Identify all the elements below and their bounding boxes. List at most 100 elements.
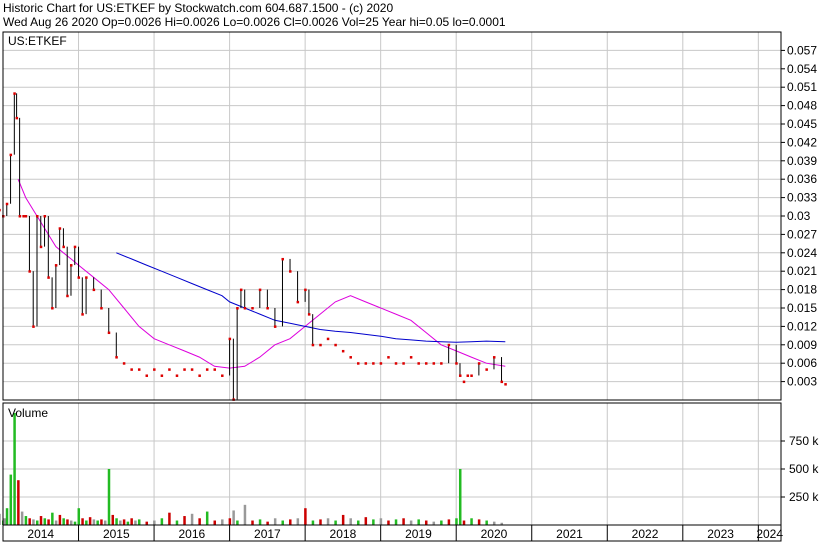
volume-bar <box>221 519 224 525</box>
volume-bar <box>251 520 254 525</box>
price-point <box>273 325 277 328</box>
volume-bar <box>24 516 28 525</box>
volume-bar <box>32 519 35 525</box>
volume-bar <box>3 518 7 525</box>
price-point <box>289 270 292 273</box>
price-point <box>160 374 164 377</box>
price-point <box>500 380 504 384</box>
volume-bar <box>20 511 24 525</box>
y-tick-label: 0.048 <box>787 99 817 113</box>
price-point <box>205 368 209 371</box>
volume-bar <box>0 513 1 525</box>
price-point <box>190 368 194 371</box>
volume-bar <box>447 519 451 525</box>
volume-bar <box>387 520 390 525</box>
y-tick-label: 0.039 <box>787 154 817 168</box>
volume-bar <box>462 520 466 525</box>
volume-bar <box>183 516 186 525</box>
price-point <box>153 368 156 371</box>
price-point <box>424 362 428 365</box>
x-tick-label: 2023 <box>707 527 734 541</box>
price-point <box>183 368 186 371</box>
grid-layer <box>3 32 781 525</box>
price-point <box>357 362 360 365</box>
price-point <box>243 307 247 310</box>
price-point <box>22 215 25 218</box>
price-point <box>477 362 481 365</box>
x-tick-label: 2015 <box>103 527 130 541</box>
volume-bar <box>402 518 405 525</box>
volume-bar <box>115 518 118 525</box>
volume-bar <box>73 521 77 525</box>
price-point <box>13 92 16 95</box>
volume-bar <box>477 519 481 525</box>
price-point <box>447 343 451 347</box>
volume-bar <box>417 519 420 525</box>
volume-bar <box>394 519 398 525</box>
price-point <box>458 374 462 377</box>
volume-bar <box>349 518 352 525</box>
volume-bar <box>190 513 194 525</box>
volume-bar <box>119 520 122 525</box>
volume-bar <box>153 520 156 525</box>
price-point <box>35 215 39 218</box>
price-point <box>137 368 141 371</box>
y-tick-label: 0.006 <box>787 356 817 370</box>
price-point <box>81 313 84 316</box>
volume-bar <box>35 520 39 525</box>
price-point <box>175 374 179 377</box>
price-point <box>504 383 507 386</box>
price-point <box>387 356 390 359</box>
volume-bar <box>440 520 443 525</box>
volume-bar <box>134 520 137 525</box>
volume-bar <box>232 510 235 525</box>
volume-bar <box>81 518 84 525</box>
price-point <box>92 288 96 292</box>
price-point <box>417 362 420 365</box>
volume-bar <box>58 514 62 525</box>
y-tick-label: 0.009 <box>787 338 817 352</box>
volume-bar <box>111 514 115 525</box>
volume-bar <box>266 521 269 525</box>
price-point <box>24 215 28 218</box>
price-point <box>281 257 284 261</box>
x-tick-label: 2022 <box>632 527 659 541</box>
volume-bar <box>126 521 130 525</box>
moving-average-short-line <box>17 179 506 369</box>
price-point <box>379 362 383 365</box>
y-tick-label: 0.051 <box>787 80 817 94</box>
price-point <box>311 343 315 347</box>
x-tick-label: 2016 <box>178 527 205 541</box>
volume-bar <box>455 518 458 525</box>
volume-bar <box>47 519 50 525</box>
price-layer <box>0 92 507 401</box>
price-point <box>58 227 62 230</box>
price-point <box>9 153 13 157</box>
price-point <box>334 343 337 347</box>
y-tick-label: 0.027 <box>787 227 817 241</box>
price-point <box>100 307 103 310</box>
price-point <box>455 362 458 365</box>
price-point <box>228 337 232 341</box>
price-point <box>107 331 111 335</box>
price-point <box>266 307 269 310</box>
price-point <box>145 374 149 377</box>
price-point <box>39 245 43 249</box>
price-point <box>85 276 88 279</box>
price-point <box>307 313 311 316</box>
volume-bar <box>458 469 462 525</box>
price-point <box>462 380 466 384</box>
price-point <box>32 325 35 328</box>
y-tick-label: 0.057 <box>787 43 817 57</box>
volume-bar <box>39 516 43 525</box>
y-tick-label: 0.024 <box>787 246 817 260</box>
y-tick-label: 0.03 <box>787 209 811 223</box>
volume-bar <box>205 511 209 525</box>
y-tick-label: 0.003 <box>787 375 817 389</box>
volume-bar <box>92 519 96 525</box>
price-point <box>77 276 81 279</box>
volume-bar <box>492 521 496 525</box>
y-tick-label: 0.036 <box>787 172 817 186</box>
volume-tick-label: 500 k <box>789 462 819 476</box>
volume-bar <box>69 520 73 525</box>
